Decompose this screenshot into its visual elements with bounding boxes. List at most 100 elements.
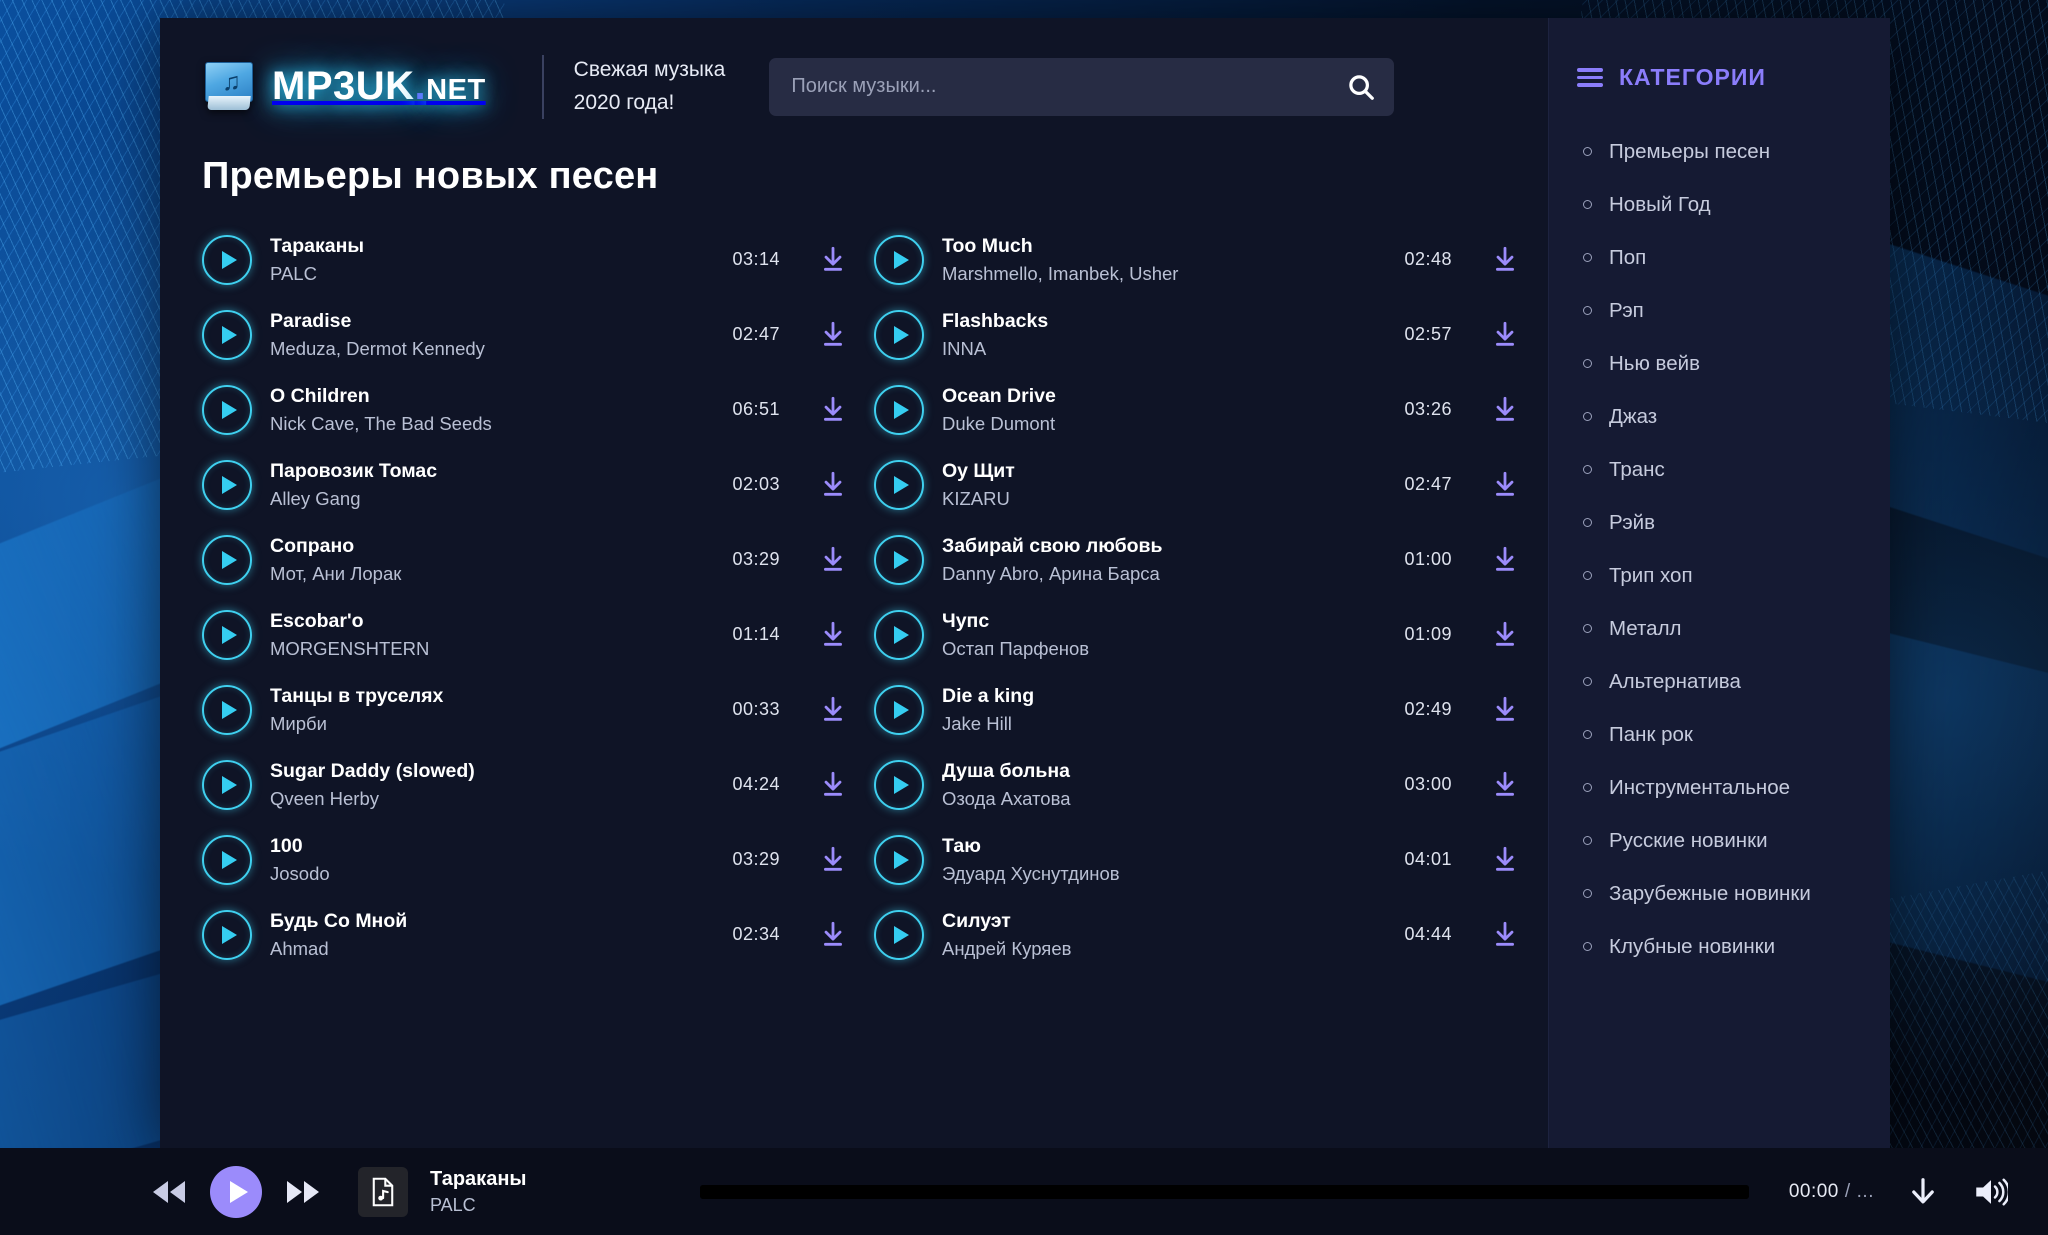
track-title: Паровозик Томас — [270, 459, 438, 482]
play-icon[interactable] — [202, 684, 252, 735]
play-icon[interactable] — [874, 384, 924, 435]
download-icon[interactable] — [820, 471, 846, 499]
play-icon[interactable] — [874, 684, 924, 735]
track-row[interactable]: Таю Эдуард Хуснутдинов 04:01 — [874, 822, 1518, 897]
playback-progress-bar[interactable] — [700, 1184, 1749, 1199]
play-icon[interactable] — [874, 909, 924, 960]
download-icon[interactable] — [820, 921, 846, 949]
bullet-icon — [1583, 677, 1592, 686]
track-row[interactable]: Душа больна Озода Ахатова 03:00 — [874, 747, 1518, 822]
volume-icon[interactable] — [1974, 1177, 2008, 1207]
search-box[interactable] — [769, 57, 1395, 116]
track-artist: PALC — [270, 262, 317, 284]
track-meta: Душа больна Озода Ахатова — [942, 760, 1386, 810]
download-icon[interactable] — [1492, 621, 1518, 649]
track-row[interactable]: Тараканы PALC 03:14 — [202, 222, 846, 297]
track-row[interactable]: Ocean Drive Duke Dumont 03:26 — [874, 372, 1518, 447]
track-row[interactable]: Будь Со Мной Ahmad 02:34 — [202, 897, 846, 972]
track-meta: Die a king Jake Hill — [942, 685, 1386, 735]
sidebar-item-category[interactable]: Инструментальное — [1549, 761, 1890, 814]
current-time: 00:00 — [1788, 1180, 1839, 1202]
sidebar-item-category[interactable]: Клубные новинки — [1549, 920, 1890, 973]
download-icon[interactable] — [1492, 771, 1518, 799]
download-icon[interactable] — [1492, 921, 1518, 949]
logo-text: MP3UK.NET — [272, 64, 486, 109]
track-row[interactable]: 100 Josodo 03:29 — [202, 822, 846, 897]
play-icon[interactable] — [874, 609, 924, 660]
sidebar-item-category[interactable]: Новый Год — [1549, 178, 1890, 231]
sidebar-item-category[interactable]: Панк рок — [1549, 708, 1890, 761]
track-row[interactable]: Чупс Остап Парфенов 01:09 — [874, 597, 1518, 672]
sidebar-item-category[interactable]: Рэйв — [1549, 496, 1890, 549]
play-icon[interactable] — [202, 234, 252, 285]
download-icon[interactable] — [1492, 246, 1518, 274]
play-icon[interactable] — [202, 459, 252, 510]
download-icon[interactable] — [820, 321, 846, 349]
download-icon[interactable] — [820, 396, 846, 424]
sidebar-item-category[interactable]: Металл — [1549, 602, 1890, 655]
search-icon[interactable] — [1346, 72, 1376, 102]
track-row[interactable]: Оу Щит KIZARU 02:47 — [874, 447, 1518, 522]
play-icon[interactable] — [202, 909, 252, 960]
play-icon[interactable] — [874, 834, 924, 885]
download-icon[interactable] — [820, 546, 846, 574]
hamburger-icon[interactable] — [1577, 68, 1603, 87]
play-icon[interactable] — [202, 609, 252, 660]
track-row[interactable]: Sugar Daddy (slowed) Qveen Herby 04:24 — [202, 747, 846, 822]
sidebar-item-category[interactable]: Рэп — [1549, 284, 1890, 337]
play-icon[interactable] — [874, 534, 924, 585]
categories-header[interactable]: КАТЕГОРИИ — [1549, 64, 1890, 91]
download-icon[interactable] — [1492, 546, 1518, 574]
track-row[interactable]: Сопрано Мот, Ани Лорак 03:29 — [202, 522, 846, 597]
play-icon[interactable] — [874, 309, 924, 360]
download-icon[interactable] — [820, 621, 846, 649]
download-icon[interactable] — [1492, 696, 1518, 724]
track-row[interactable]: Забирай свою любовь Danny Abro, Арина Бар… — [874, 522, 1518, 597]
sidebar-item-category[interactable]: Зарубежные новинки — [1549, 867, 1890, 920]
track-row[interactable]: O Children Nick Cave, The Bad Seeds 06:51 — [202, 372, 846, 447]
track-artist: Мирби — [270, 712, 327, 734]
download-icon[interactable] — [820, 846, 846, 874]
play-icon[interactable] — [210, 1165, 262, 1218]
download-icon[interactable] — [1492, 471, 1518, 499]
sidebar-item-category[interactable]: Альтернатива — [1549, 655, 1890, 708]
player-transport-controls — [150, 1165, 322, 1218]
play-icon[interactable] — [202, 834, 252, 885]
track-artist: Jake Hill — [942, 712, 1012, 734]
download-icon[interactable] — [820, 246, 846, 274]
track-row[interactable]: Паровозик Томас Alley Gang 02:03 — [202, 447, 846, 522]
play-icon[interactable] — [202, 759, 252, 810]
sidebar-item-category[interactable]: Джаз — [1549, 390, 1890, 443]
play-icon[interactable] — [202, 384, 252, 435]
fast-forward-icon[interactable] — [284, 1179, 322, 1205]
download-icon[interactable] — [820, 696, 846, 724]
download-icon[interactable] — [1492, 846, 1518, 874]
sidebar-item-category[interactable]: Нью вейв — [1549, 337, 1890, 390]
track-row[interactable]: Escobar'o MORGENSHTERN 01:14 — [202, 597, 846, 672]
sidebar-item-category[interactable]: Трип хоп — [1549, 549, 1890, 602]
download-arrow-icon[interactable] — [1908, 1176, 1938, 1208]
sidebar-item-category[interactable]: Транс — [1549, 443, 1890, 496]
rewind-icon[interactable] — [150, 1179, 188, 1205]
sidebar-item-category[interactable]: Русские новинки — [1549, 814, 1890, 867]
play-icon[interactable] — [874, 759, 924, 810]
download-icon[interactable] — [820, 771, 846, 799]
download-icon[interactable] — [1492, 321, 1518, 349]
sidebar-item-category[interactable]: Поп — [1549, 231, 1890, 284]
playback-time: 00:00/... — [1789, 1181, 1874, 1203]
track-row[interactable]: Силуэт Андрей Куряев 04:44 — [874, 897, 1518, 972]
play-icon[interactable] — [874, 234, 924, 285]
search-input[interactable] — [791, 75, 1347, 99]
track-row[interactable]: Die a king Jake Hill 02:49 — [874, 672, 1518, 747]
play-icon[interactable] — [202, 309, 252, 360]
track-row[interactable]: Too Much Marshmello, Imanbek, Usher 02:48 — [874, 222, 1518, 297]
track-row[interactable]: Paradise Meduza, Dermot Kennedy 02:47 — [202, 297, 846, 372]
play-icon[interactable] — [874, 459, 924, 510]
sidebar-item-category[interactable]: Премьеры песен — [1549, 125, 1890, 178]
track-row[interactable]: Flashbacks INNA 02:57 — [874, 297, 1518, 372]
track-row[interactable]: Танцы в труселях Мирби 00:33 — [202, 672, 846, 747]
download-icon[interactable] — [1492, 396, 1518, 424]
site-logo[interactable]: ♫ MP3UK.NET — [202, 60, 486, 114]
play-icon[interactable] — [202, 534, 252, 585]
music-note-card-icon: ♫ — [202, 60, 258, 114]
